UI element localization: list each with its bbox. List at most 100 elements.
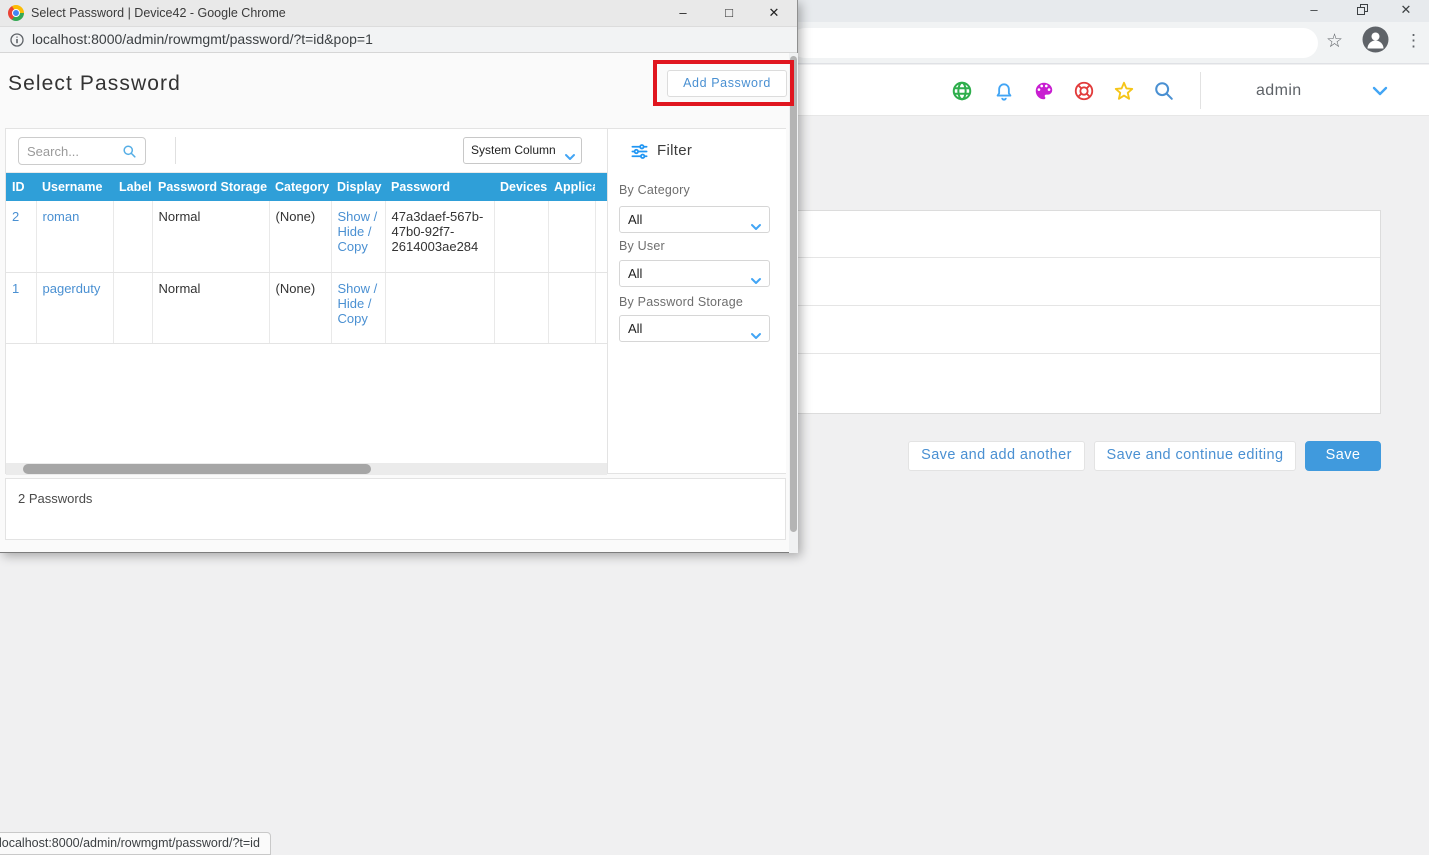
globe-icon[interactable] bbox=[951, 80, 973, 102]
row-id-link[interactable]: 1 bbox=[12, 281, 19, 296]
navbar-divider bbox=[1200, 72, 1201, 109]
display-separator: / bbox=[368, 224, 372, 239]
table-toolbar: System Column bbox=[6, 129, 607, 173]
chevron-down-icon bbox=[750, 215, 762, 240]
hide-link[interactable]: Hide bbox=[338, 296, 365, 311]
row-category-cell: (None) bbox=[269, 272, 331, 343]
horizontal-scrollbar-thumb[interactable] bbox=[23, 464, 371, 474]
copy-link[interactable]: Copy bbox=[338, 311, 368, 326]
system-column-label: System Column bbox=[471, 143, 556, 157]
column-header-label[interactable]: Label bbox=[113, 173, 152, 201]
row-id-link[interactable]: 2 bbox=[12, 209, 19, 224]
row-password-cell bbox=[385, 272, 494, 343]
add-password-button[interactable]: Add Password bbox=[667, 70, 787, 97]
profile-avatar-icon[interactable] bbox=[1362, 26, 1389, 53]
row-devices-cell bbox=[494, 272, 548, 343]
star-icon[interactable] bbox=[1113, 80, 1135, 102]
vertical-scrollbar[interactable] bbox=[789, 53, 798, 553]
restore-icon bbox=[1357, 7, 1365, 15]
main-minimize-button[interactable]: – bbox=[1291, 0, 1337, 22]
table-header-row: ID Username Label Password Storage Categ… bbox=[6, 173, 607, 201]
row-label-cell bbox=[113, 272, 152, 343]
password-table: ID Username Label Password Storage Categ… bbox=[6, 173, 607, 344]
row-applications-cell bbox=[548, 272, 595, 343]
filter-by-category-label: By Category bbox=[619, 183, 690, 197]
filter-by-password-storage-select[interactable]: All bbox=[619, 315, 770, 342]
table-footer-card: 2 Passwords bbox=[5, 478, 786, 540]
filter-by-user-label: By User bbox=[619, 239, 665, 253]
user-menu-label[interactable]: admin bbox=[1256, 65, 1302, 116]
admin-form-panel bbox=[700, 210, 1381, 414]
save-button[interactable]: Save bbox=[1305, 441, 1381, 471]
table-row: 2 roman Normal (None) Show / Hide / Copy… bbox=[6, 201, 607, 272]
row-filler-cell bbox=[595, 201, 607, 272]
password-list-card: System Column ID Username Label Password… bbox=[5, 128, 786, 474]
column-header-display[interactable]: Display bbox=[331, 173, 385, 201]
column-header-devices[interactable]: Devices bbox=[494, 173, 548, 201]
password-table-viewport: ID Username Label Password Storage Categ… bbox=[6, 173, 607, 463]
popup-titlebar[interactable]: Select Password | Device42 - Google Chro… bbox=[0, 0, 797, 27]
row-username-link[interactable]: pagerduty bbox=[43, 281, 101, 296]
chevron-down-icon bbox=[750, 324, 762, 349]
popup-window-title: Select Password | Device42 - Google Chro… bbox=[31, 0, 286, 27]
save-and-continue-editing-button[interactable]: Save and continue editing bbox=[1094, 441, 1296, 471]
horizontal-scrollbar[interactable] bbox=[6, 463, 607, 475]
row-display-cell: Show / Hide / Copy bbox=[331, 201, 385, 272]
main-restore-button[interactable] bbox=[1337, 0, 1383, 22]
page-info-icon[interactable] bbox=[10, 33, 24, 52]
system-column-select[interactable]: System Column bbox=[463, 137, 582, 164]
row-label-cell bbox=[113, 201, 152, 272]
column-header-password[interactable]: Password bbox=[385, 173, 494, 201]
column-header-applications[interactable]: Applications bbox=[548, 173, 595, 201]
save-and-add-another-button[interactable]: Save and add another bbox=[908, 441, 1085, 471]
table-row: 1 pagerduty Normal (None) Show / Hide / … bbox=[6, 272, 607, 343]
bell-icon[interactable] bbox=[993, 80, 1015, 102]
palette-icon[interactable] bbox=[1033, 80, 1055, 102]
display-separator: / bbox=[374, 281, 378, 296]
chevron-down-icon[interactable] bbox=[1372, 84, 1388, 103]
filter-by-user-value: All bbox=[628, 266, 642, 281]
row-storage-cell: Normal bbox=[152, 201, 269, 272]
filter-by-category-select[interactable]: All bbox=[619, 206, 770, 233]
chevron-down-icon bbox=[750, 269, 762, 294]
row-display-cell: Show / Hide / Copy bbox=[331, 272, 385, 343]
column-header-category[interactable]: Category bbox=[269, 173, 331, 201]
lifebuoy-icon[interactable] bbox=[1073, 80, 1095, 102]
popup-close-button[interactable]: ✕ bbox=[763, 0, 785, 26]
main-close-button[interactable]: ✕ bbox=[1383, 0, 1429, 22]
hide-link[interactable]: Hide bbox=[338, 224, 365, 239]
vertical-scrollbar-thumb[interactable] bbox=[790, 56, 797, 532]
copy-link[interactable]: Copy bbox=[338, 239, 368, 254]
display-separator: / bbox=[374, 209, 378, 224]
show-link[interactable]: Show bbox=[338, 209, 371, 224]
column-header-id[interactable]: ID bbox=[6, 173, 36, 201]
row-category-cell: (None) bbox=[269, 201, 331, 272]
filter-by-category-value: All bbox=[628, 212, 642, 227]
popup-minimize-button[interactable]: – bbox=[672, 0, 694, 26]
filter-panel: Filter By Category All By User All By Pa… bbox=[607, 129, 786, 473]
status-link-bubble: localhost:8000/admin/rowmgmt/password/?t… bbox=[0, 832, 271, 855]
popup-url-text: localhost:8000/admin/rowmgmt/password/?t… bbox=[32, 27, 373, 53]
filter-panel-title: Filter bbox=[657, 129, 692, 173]
page-title: Select Password bbox=[8, 72, 181, 96]
display-separator: / bbox=[368, 296, 372, 311]
password-count-label: 2 Passwords bbox=[18, 491, 92, 506]
row-username-link[interactable]: roman bbox=[43, 209, 80, 224]
chrome-logo-icon bbox=[8, 5, 24, 21]
filter-sliders-icon bbox=[630, 142, 649, 166]
row-applications-cell bbox=[548, 201, 595, 272]
popup-maximize-button[interactable]: □ bbox=[718, 0, 740, 26]
filter-by-password-storage-label: By Password Storage bbox=[619, 295, 743, 309]
search-icon[interactable] bbox=[1153, 80, 1175, 102]
browser-menu-icon[interactable]: ⋮ bbox=[1405, 31, 1422, 51]
popup-address-bar[interactable]: localhost:8000/admin/rowmgmt/password/?t… bbox=[0, 27, 797, 53]
search-icon[interactable] bbox=[122, 144, 137, 164]
column-header-username[interactable]: Username bbox=[36, 173, 113, 201]
row-storage-cell: Normal bbox=[152, 272, 269, 343]
show-link[interactable]: Show bbox=[338, 281, 371, 296]
bookmark-star-icon[interactable]: ☆ bbox=[1326, 30, 1343, 53]
row-password-cell: 47a3daef-567b-47b0-92f7-2614003ae284 bbox=[385, 201, 494, 272]
column-header-password-storage[interactable]: Password Storage bbox=[152, 173, 269, 201]
main-address-bar[interactable] bbox=[790, 28, 1318, 58]
filter-by-user-select[interactable]: All bbox=[619, 260, 770, 287]
